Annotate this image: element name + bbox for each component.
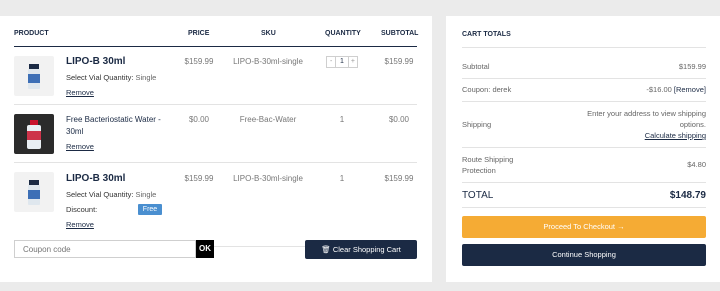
variation-line: Select Vial Quantity: Single (66, 190, 157, 199)
price-cell: $0.00 (188, 115, 210, 124)
sku-cell: LIPO-B-30ml-single (233, 174, 303, 183)
route-protection-row: Route Shipping Protection $4.80 (462, 154, 706, 176)
quantity-stepper[interactable]: - 1 + (326, 56, 358, 68)
coupon-value: -$16.00 [Remove] (646, 85, 706, 94)
shipping-info: Enter your address to view shipping opti… (566, 108, 706, 141)
vial-icon[interactable] (14, 56, 54, 96)
row-divider (14, 162, 417, 163)
coupon-input[interactable] (14, 240, 196, 258)
total-value: $148.79 (669, 190, 706, 201)
header-subtotal: SUBTOTAL (381, 30, 419, 37)
discount-label: Discount: (66, 205, 98, 214)
clear-cart-label: Clear Shopping Cart (332, 245, 401, 254)
sku-cell: Free-Bac-Water (239, 115, 297, 124)
qty-input[interactable]: 1 (335, 57, 349, 67)
quantity-cell: 1 (339, 115, 345, 124)
remove-link[interactable]: Remove (66, 142, 94, 151)
totals-divider (462, 207, 706, 208)
price-cell: $159.99 (184, 57, 214, 66)
subtotal-cell: $159.99 (384, 57, 414, 66)
continue-shopping-button[interactable]: Continue Shopping (462, 244, 706, 266)
product-name[interactable]: LIPO-B 30ml (66, 173, 125, 184)
remove-link[interactable]: Remove (66, 88, 94, 97)
header-price: PRICE (188, 30, 210, 37)
apply-coupon-button[interactable]: OK (196, 240, 214, 258)
totals-divider (462, 78, 706, 79)
vial-icon[interactable] (14, 172, 54, 212)
qty-plus-button[interactable]: + (349, 57, 357, 67)
proceed-to-checkout-button[interactable]: Proceed To Checkout → (462, 216, 706, 238)
sku-cell: LIPO-B-30ml-single (233, 57, 303, 66)
coupon-label: Coupon: derek (462, 85, 512, 94)
shipping-message: Enter your address to view shipping opti… (587, 109, 706, 129)
shipping-row: Shipping Enter your address to view ship… (462, 108, 706, 142)
header-divider (14, 46, 417, 47)
free-badge: Free (138, 204, 162, 215)
route-value: $4.80 (687, 160, 706, 169)
calculate-shipping-link[interactable]: Calculate shipping (566, 130, 706, 141)
totals-divider (462, 147, 706, 148)
price-cell: $159.99 (184, 174, 214, 183)
totals-divider (462, 182, 706, 183)
remove-link[interactable]: Remove (66, 220, 94, 229)
trash-icon: 🗑 (321, 245, 331, 254)
header-sku: SKU (261, 30, 276, 37)
subtotal-value: $159.99 (678, 62, 706, 71)
table-header: PRODUCT PRICE SKU QUANTITY SUBTOTAL (0, 30, 432, 44)
water-bottle-icon[interactable] (14, 114, 54, 154)
row-divider (14, 104, 417, 105)
product-name[interactable]: LIPO-B 30ml (66, 56, 125, 67)
totals-divider (462, 101, 706, 102)
totals-title: CART TOTALS (462, 31, 511, 38)
route-label: Route Shipping Protection (462, 155, 514, 175)
header-quantity: QUANTITY (325, 30, 361, 37)
clear-cart-button[interactable]: 🗑 Clear Shopping Cart (305, 240, 417, 259)
subtotal-label: Subtotal (462, 62, 490, 71)
total-label: TOTAL (462, 190, 494, 201)
cart-totals-panel: CART TOTALS Subtotal $159.99 Coupon: der… (446, 16, 720, 282)
subtotal-cell: $0.00 (388, 115, 410, 124)
quantity-cell: 1 (339, 174, 345, 183)
qty-minus-button[interactable]: - (327, 57, 335, 67)
product-name[interactable]: Free Bacteriostatic Water - 30ml (66, 114, 166, 138)
subtotal-cell: $159.99 (384, 174, 414, 183)
coupon-remove-link[interactable]: [Remove] (674, 85, 706, 94)
variation-line: Select Vial Quantity: Single (66, 73, 157, 82)
totals-divider (462, 47, 706, 48)
header-product: PRODUCT (14, 30, 49, 37)
shipping-label: Shipping (462, 120, 492, 129)
